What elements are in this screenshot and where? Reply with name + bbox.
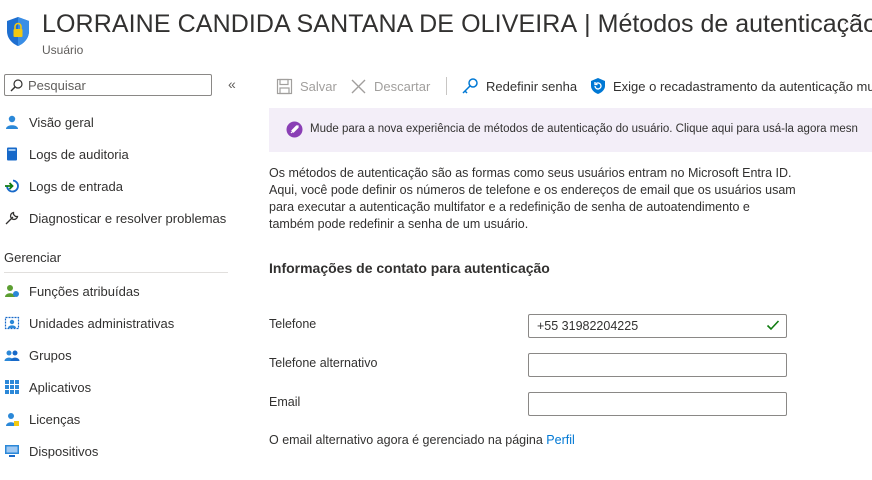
device-icon (4, 443, 20, 459)
sidebar-item-label: Logs de entrada (29, 178, 123, 194)
divider (4, 272, 228, 273)
footer-prefix: O email alternativo agora é gerenciado n… (269, 433, 543, 447)
user-shield-icon (5, 14, 31, 48)
book-icon (4, 146, 20, 162)
sidebar-item-visao-geral[interactable]: Visão geral (4, 111, 94, 133)
page-name: Métodos de autenticação (597, 10, 872, 38)
alt-phone-field[interactable] (528, 353, 787, 377)
sidebar-item-licencas[interactable]: Licenças (4, 408, 80, 430)
apps-grid-icon (4, 379, 20, 395)
sidebar-item-label: Diagnosticar e resolver problemas (29, 210, 227, 226)
shield-refresh-icon (591, 78, 605, 94)
close-icon (351, 79, 366, 93)
sidebar-item-label: Dispositivos (29, 443, 99, 459)
alt-phone-label: Telefone alternativo (269, 356, 378, 370)
sidebar-item-logs-auditoria[interactable]: Logs de auditoria (4, 143, 129, 165)
reset-password-label: Redefinir senha (486, 78, 578, 94)
footer-note: O email alternativo agora é gerenciado n… (269, 433, 575, 447)
search-icon (10, 79, 23, 97)
require-reregister-label: Exige o recadastramento da autenticação … (613, 78, 872, 94)
sidebar-item-label: Logs de auditoria (29, 146, 129, 162)
toolbar-divider (446, 77, 447, 95)
collapse-sidebar-icon[interactable]: « (228, 76, 236, 92)
user-name: LORRAINE CANDIDA SANTANA DE OLIVEIRA (42, 10, 578, 38)
roles-icon (4, 283, 20, 299)
section-heading: Informações de contato para autenticação (269, 260, 550, 276)
save-label: Salvar (300, 78, 337, 94)
ellipsis-icon[interactable]: ··· (843, 14, 860, 30)
page-title: LORRAINE CANDIDA SANTANA DE OLIVEIRA | M… (42, 10, 872, 39)
save-icon (276, 78, 293, 94)
sidebar-item-logs-entrada[interactable]: Logs de entrada (4, 175, 123, 197)
profile-link[interactable]: Perfil (546, 433, 574, 447)
sign-in-icon (4, 178, 20, 194)
page-subtitle: Usuário (42, 43, 84, 57)
title-separator: | (584, 10, 591, 38)
sidebar-item-dispositivos[interactable]: Dispositivos (4, 440, 98, 462)
sidebar-item-funcoes[interactable]: Funções atribuídas (4, 280, 140, 302)
banner-text: Mude para a nova experiência de métodos … (310, 123, 858, 135)
require-reregister-button[interactable]: Exige o recadastramento da autenticação … (590, 76, 872, 96)
save-button[interactable]: Salvar (276, 76, 337, 96)
sidebar-item-label: Licenças (29, 411, 81, 427)
discard-button[interactable]: Descartar (350, 76, 430, 96)
description-text: Os métodos de autenticação são as formas… (269, 166, 796, 231)
admin-units-icon (4, 315, 20, 331)
sidebar-item-grupos[interactable]: Grupos (4, 344, 72, 366)
phone-label: Telefone (269, 317, 317, 331)
wrench-icon (4, 210, 20, 226)
rocket-icon (286, 121, 303, 138)
license-icon (4, 411, 20, 427)
sidebar-section-title: Gerenciar (4, 250, 62, 265)
checkmark-icon (766, 320, 780, 331)
sidebar-item-diagnosticar[interactable]: Diagnosticar e resolver problemas (4, 207, 226, 229)
email-label: Email (269, 395, 301, 409)
search-input[interactable]: Pesquisar (4, 74, 212, 96)
sidebar-item-unidades[interactable]: Unidades administrativas (4, 312, 174, 334)
key-icon (462, 78, 478, 94)
person-icon (4, 114, 20, 130)
groups-icon (4, 347, 20, 363)
sidebar-item-aplicativos[interactable]: Aplicativos (4, 376, 91, 398)
phone-field[interactable] (528, 314, 787, 338)
sidebar-item-label: Funções atribuídas (29, 283, 140, 299)
reset-password-button[interactable]: Redefinir senha (461, 76, 577, 96)
sidebar-item-label: Unidades administrativas (29, 315, 175, 331)
sidebar-item-label: Aplicativos (29, 379, 92, 395)
discard-label: Descartar (374, 78, 431, 94)
search-placeholder: Pesquisar (28, 78, 86, 93)
email-field[interactable] (528, 392, 787, 416)
sidebar-item-label: Grupos (29, 347, 72, 363)
sidebar-item-label: Visão geral (29, 114, 94, 130)
